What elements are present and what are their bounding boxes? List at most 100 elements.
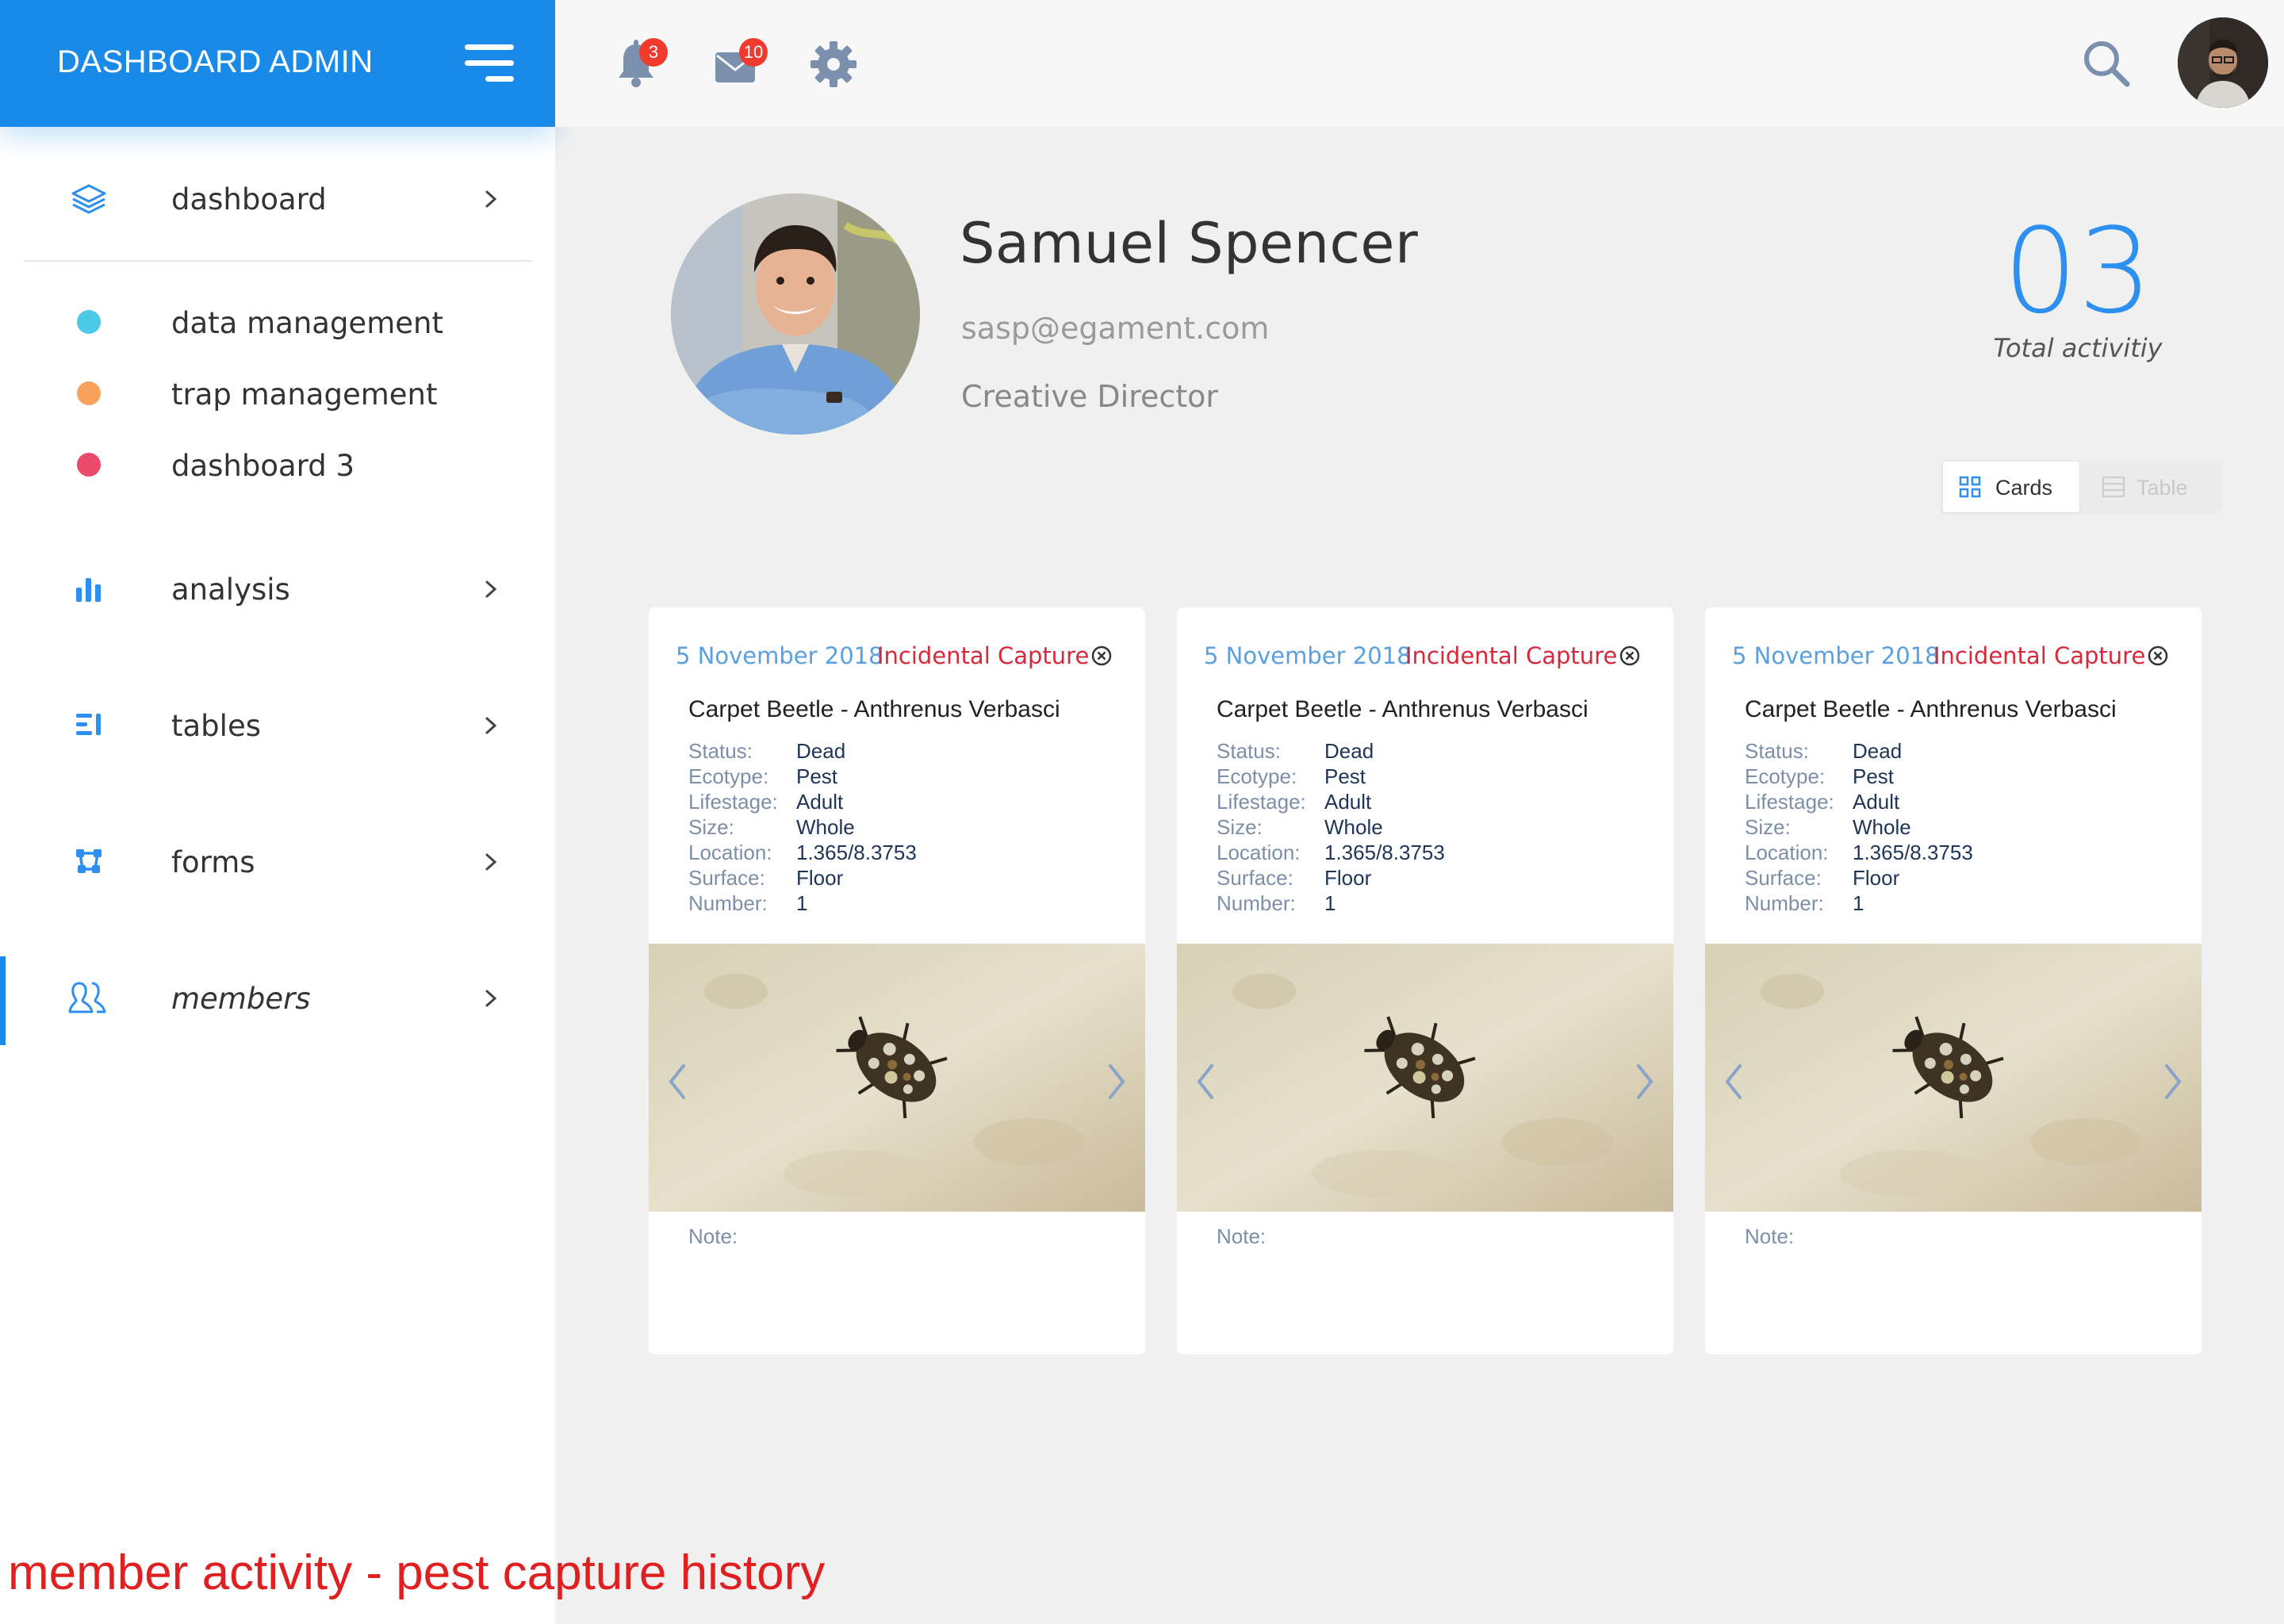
close-circle-icon[interactable]	[1618, 644, 1642, 668]
capture-card[interactable]: 5 November 2018 Incidental Capture Carpe…	[1705, 607, 2202, 1354]
chevron-right-icon[interactable]	[2159, 1061, 2187, 1102]
total-activity-count: 03	[2002, 203, 2153, 339]
messages-button[interactable]: 10	[712, 38, 768, 94]
beetle-photo	[649, 944, 1145, 1212]
field-value: Whole	[1853, 815, 1911, 839]
brand-header: DASHBOARD ADMIN	[0, 0, 555, 127]
close-circle-icon[interactable]	[1090, 644, 1113, 668]
beetle-photo	[1177, 944, 1673, 1212]
tab-cards-label: Cards	[1995, 476, 2053, 500]
sidebar-item-dashboard-3[interactable]: dashboard 3	[0, 425, 555, 504]
field-key: Status:	[1217, 739, 1281, 763]
field-key: Lifestage:	[1217, 790, 1306, 814]
chevron-right-icon[interactable]	[1102, 1061, 1131, 1102]
sidebar-item-members[interactable]: members	[0, 958, 555, 1037]
card-note: Note:	[688, 1224, 738, 1248]
card-date: 5 November 2018	[1732, 642, 1940, 669]
capture-card[interactable]: 5 November 2018 Incidental Capture Carpe…	[649, 607, 1145, 1354]
sidebar-item-label: forms	[171, 845, 255, 879]
field-value: Adult	[1324, 790, 1372, 814]
sidebar-divider	[24, 260, 531, 262]
sidebar-item-tables[interactable]: tables	[0, 685, 555, 764]
field-value: 1.365/8.3753	[1853, 841, 1973, 864]
card-species: Carpet Beetle - Anthrenus Verbasci	[688, 696, 1060, 722]
field-value: Dead	[1853, 739, 1903, 763]
sidebar-item-label: analysis	[171, 573, 290, 607]
search-button[interactable]	[2081, 38, 2136, 94]
field-key: Surface:	[1745, 866, 1822, 890]
tab-table-label: Table	[2136, 476, 2188, 500]
field-value: Pest	[796, 764, 838, 788]
field-key: Ecotype:	[1745, 764, 1826, 788]
field-key: Ecotype:	[1217, 764, 1297, 788]
bar-chart-icon	[65, 571, 113, 606]
field-value: 1.365/8.3753	[796, 841, 917, 864]
chevron-right-icon	[485, 717, 497, 734]
card-fields: Status: Dead Ecotype: Pest Lifestage: Adult…	[1217, 739, 1445, 917]
field-value: Dead	[1324, 739, 1374, 763]
settings-button[interactable]	[807, 38, 863, 94]
field-value: Floor	[796, 866, 844, 890]
user-avatar[interactable]	[2178, 17, 2268, 108]
notifications-button[interactable]: 3	[612, 38, 668, 94]
chevron-left-icon[interactable]	[1191, 1061, 1220, 1102]
sidebar: DASHBOARD ADMIN dashboard data managemen…	[0, 0, 555, 1624]
field-key: Ecotype:	[688, 764, 769, 788]
profile-name: Samuel Spencer	[960, 211, 1419, 276]
profile-role: Creative Director	[961, 379, 1219, 414]
tab-cards[interactable]: Cards	[1943, 462, 2079, 512]
notifications-badge: 3	[639, 38, 668, 67]
chevron-left-icon[interactable]	[1719, 1061, 1748, 1102]
field-value: Whole	[1324, 815, 1383, 839]
field-value: 1.365/8.3753	[1324, 841, 1445, 864]
field-key: Location:	[688, 841, 772, 864]
gear-icon	[811, 41, 856, 87]
card-date: 5 November 2018	[676, 642, 883, 669]
brand-title: DASHBOARD ADMIN	[57, 44, 374, 79]
field-key: Surface:	[1217, 866, 1293, 890]
card-fields: Status: Dead Ecotype: Pest Lifestage: Adult…	[688, 739, 917, 917]
card-capture-type: Incidental Capture	[1933, 642, 2146, 669]
field-key: Number:	[1745, 891, 1824, 915]
search-icon	[2084, 41, 2130, 87]
field-key: Lifestage:	[1745, 790, 1834, 814]
sidebar-item-data-management[interactable]: data management	[0, 282, 555, 362]
card-fields: Status: Dead Ecotype: Pest Lifestage: Adult…	[1745, 739, 1973, 917]
table-icon	[2102, 476, 2125, 498]
profile-photo	[671, 193, 920, 435]
field-key: Size:	[1217, 815, 1263, 839]
sidebar-item-label: trap management	[171, 377, 438, 412]
chevron-right-icon[interactable]	[1631, 1061, 1659, 1102]
field-key: Size:	[1745, 815, 1791, 839]
close-circle-icon[interactable]	[2146, 644, 2170, 668]
sidebar-item-label: tables	[171, 709, 261, 743]
chevron-right-icon	[485, 990, 497, 1007]
sidebar-item-analysis[interactable]: analysis	[0, 549, 555, 628]
card-species: Carpet Beetle - Anthrenus Verbasci	[1745, 696, 2117, 722]
beetle-photo	[1705, 944, 2202, 1212]
chevron-right-icon	[485, 580, 497, 598]
field-key: Size:	[688, 815, 734, 839]
sidebar-item-label: dashboard 3	[171, 449, 355, 483]
dot-icon	[65, 376, 113, 411]
field-value: Dead	[796, 739, 846, 763]
hamburger-menu-icon[interactable]	[462, 43, 514, 84]
card-capture-type: Incidental Capture	[877, 642, 1090, 669]
users-icon	[65, 980, 113, 1015]
card-capture-type: Incidental Capture	[1405, 642, 1618, 669]
bezier-icon	[65, 844, 113, 879]
sidebar-item-forms[interactable]: forms	[0, 822, 555, 901]
sidebar-item-label: dashboard	[171, 182, 327, 216]
field-value: 1	[1324, 891, 1336, 915]
card-species: Carpet Beetle - Anthrenus Verbasci	[1217, 696, 1588, 722]
field-value: Adult	[796, 790, 844, 814]
sidebar-item-trap-management[interactable]: trap management	[0, 354, 555, 433]
chevron-right-icon	[485, 190, 497, 208]
card-note: Note:	[1217, 1224, 1267, 1248]
capture-card[interactable]: 5 November 2018 Incidental Capture Carpe…	[1177, 607, 1673, 1354]
sidebar-item-dashboard[interactable]: dashboard	[0, 159, 555, 238]
chevron-left-icon[interactable]	[663, 1061, 692, 1102]
list-icon	[65, 707, 113, 742]
field-value: Floor	[1324, 866, 1372, 890]
tab-table[interactable]: Table	[2094, 462, 2213, 512]
